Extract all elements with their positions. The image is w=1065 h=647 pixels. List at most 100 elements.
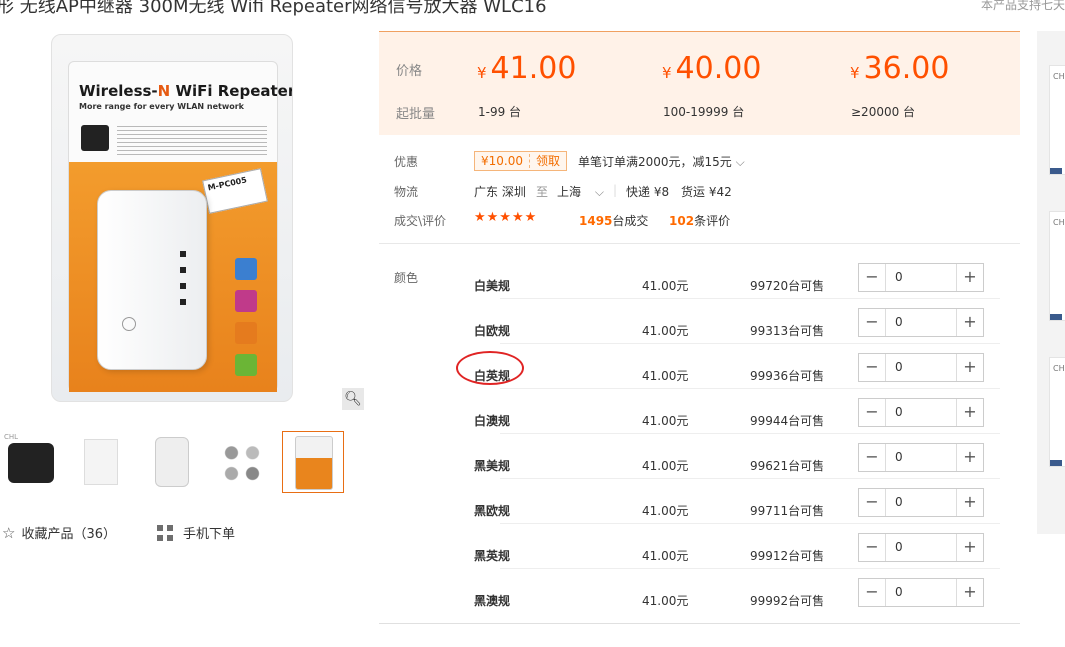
tier-qty-3: ≥20000 台 xyxy=(851,105,916,119)
color-label: 颜色 xyxy=(394,271,419,285)
sku-stock: 99912台可售 xyxy=(750,549,825,563)
origin-city: 广东 深圳 xyxy=(474,185,526,199)
tier-qty-1: 1-99 台 xyxy=(478,105,522,119)
increase-button[interactable]: + xyxy=(956,354,983,381)
quantity-stepper: −0 + xyxy=(858,578,984,607)
thumbnail-5[interactable] xyxy=(282,431,344,493)
thumbnail-2[interactable] xyxy=(70,431,132,493)
discount-text[interactable]: 单笔订单满2000元，减15元 ⌵ xyxy=(578,153,745,170)
decrease-button[interactable]: − xyxy=(859,444,886,471)
recommendation-card[interactable]: CHL xyxy=(1049,357,1065,467)
main-product-image[interactable]: Wireless-N WiFi Repeater More range for … xyxy=(51,34,293,402)
quantity-stepper: −0 + xyxy=(858,398,984,427)
divider xyxy=(379,243,1020,244)
increase-button[interactable]: + xyxy=(956,489,983,516)
row-divider xyxy=(500,568,1000,569)
increase-button[interactable]: + xyxy=(956,309,983,336)
tier-qty-2: 100-19999 台 xyxy=(663,105,745,119)
service-note: 本产品支持七天 xyxy=(980,0,1065,12)
quantity-stepper: −0 + xyxy=(858,263,984,292)
review-count[interactable]: 102条评价 xyxy=(669,212,730,229)
reviews-label: 成交\评价 xyxy=(394,214,447,228)
decrease-button[interactable]: − xyxy=(859,399,886,426)
star-outline-icon: ☆ xyxy=(2,524,16,542)
sku-stock: 99944台可售 xyxy=(750,414,825,428)
sku-name: 黑美规 xyxy=(474,459,511,473)
product-title: 形 无线AP中继器 300M无线 Wifi Repeater网络信号放大器 WL… xyxy=(0,0,547,17)
sku-name: 白欧规 xyxy=(474,324,511,338)
chevron-down-icon: ⌵ xyxy=(594,185,604,199)
recommendation-card[interactable]: CHL xyxy=(1049,65,1065,175)
recommendation-strip: CHL CHL CHL xyxy=(1037,31,1065,534)
sku-price: 41.00元 xyxy=(642,594,689,608)
quantity-input[interactable]: 0 xyxy=(895,540,903,554)
sku-price: 41.00元 xyxy=(642,369,689,383)
row-divider xyxy=(500,433,1000,434)
package-title: Wireless-N WiFi Repeater xyxy=(79,82,293,100)
decrease-button[interactable]: − xyxy=(859,309,886,336)
recommendation-card[interactable]: CHL xyxy=(1049,211,1065,321)
feature-icons xyxy=(235,258,261,386)
express-fee: 快递 ¥8 xyxy=(626,185,670,199)
sku-price: 41.00元 xyxy=(642,414,689,428)
coupon-badge[interactable]: ¥10.00 领取 xyxy=(474,151,568,171)
destination-select[interactable]: 上海 ⌵ xyxy=(557,183,604,200)
promo-label: 优惠 xyxy=(394,155,419,169)
price-panel: 价格 起批量 ¥41.00 ¥40.00 ¥36.00 1-99 台 100-1… xyxy=(379,31,1020,135)
sku-price: 41.00元 xyxy=(642,504,689,518)
quantity-stepper: −0 + xyxy=(858,353,984,382)
quantity-stepper: −0 + xyxy=(858,443,984,472)
quantity-stepper: −0 + xyxy=(858,308,984,337)
package-illustration: Wireless-N WiFi Repeater More range for … xyxy=(68,61,292,392)
increase-button[interactable]: + xyxy=(956,579,983,606)
sku-name: 白美规 xyxy=(474,279,511,293)
increase-button[interactable]: + xyxy=(956,534,983,561)
deals-count[interactable]: 1495台成交 xyxy=(579,212,648,229)
claim-coupon-button[interactable]: 领取 xyxy=(529,154,567,168)
quantity-input[interactable]: 0 xyxy=(895,360,903,374)
mobile-order-button[interactable]: 手机下单 xyxy=(157,523,235,542)
qr-grid-icon xyxy=(157,525,173,541)
to-label: 至 xyxy=(536,185,549,199)
decrease-button[interactable]: − xyxy=(859,489,886,516)
row-divider xyxy=(500,523,1000,524)
zoom-icon[interactable]: 🔍︎ xyxy=(342,388,364,410)
decrease-button[interactable]: − xyxy=(859,264,886,291)
row-divider xyxy=(500,478,1000,479)
increase-button[interactable]: + xyxy=(956,444,983,471)
increase-button[interactable]: + xyxy=(956,399,983,426)
divider xyxy=(379,623,1020,624)
quantity-input[interactable]: 0 xyxy=(895,585,903,599)
row-divider xyxy=(500,343,1000,344)
sku-name: 黑英规 xyxy=(474,549,511,563)
price-label: 价格 xyxy=(396,64,423,79)
favorite-button[interactable]: ☆ 收藏产品（36） xyxy=(2,523,116,542)
wifi-logo-icon xyxy=(81,125,109,151)
logistics-label: 物流 xyxy=(394,185,419,199)
decrease-button[interactable]: − xyxy=(859,579,886,606)
thumbnail-3[interactable] xyxy=(141,431,203,493)
thumbnail-4[interactable] xyxy=(211,431,273,493)
decrease-button[interactable]: − xyxy=(859,354,886,381)
sku-name: 黑澳规 xyxy=(474,594,511,608)
sku-name: 黑欧规 xyxy=(474,504,511,518)
quantity-input[interactable]: 0 xyxy=(895,495,903,509)
sku-stock: 99936台可售 xyxy=(750,369,825,383)
quantity-stepper: −0 + xyxy=(858,533,984,562)
sku-price: 41.00元 xyxy=(642,549,689,563)
chevron-down-icon: ⌵ xyxy=(735,155,745,169)
tier-price-3: ¥36.00 xyxy=(850,51,950,86)
moq-label: 起批量 xyxy=(396,107,436,122)
sku-stock: 99720台可售 xyxy=(750,279,825,293)
sku-price: 41.00元 xyxy=(642,279,689,293)
quantity-input[interactable]: 0 xyxy=(895,270,903,284)
increase-button[interactable]: + xyxy=(956,264,983,291)
quantity-input[interactable]: 0 xyxy=(895,405,903,419)
sku-price: 41.00元 xyxy=(642,459,689,473)
decrease-button[interactable]: − xyxy=(859,534,886,561)
thumbnail-1[interactable]: CHL xyxy=(0,431,62,493)
sku-stock: 99313台可售 xyxy=(750,324,825,338)
quantity-input[interactable]: 0 xyxy=(895,450,903,464)
quantity-input[interactable]: 0 xyxy=(895,315,903,329)
repeater-device xyxy=(97,190,207,370)
